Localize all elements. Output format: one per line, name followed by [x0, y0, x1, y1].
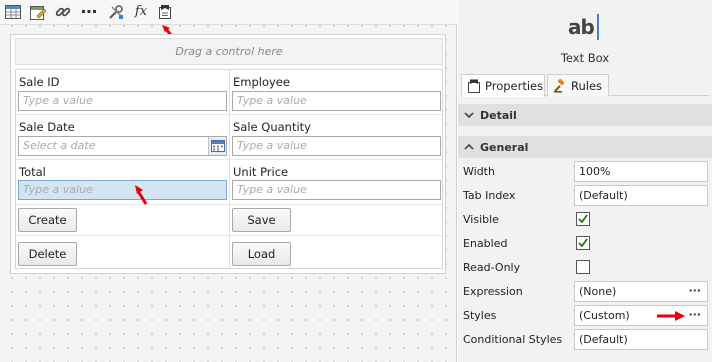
row-divider [16, 204, 442, 205]
employee-label: Employee [233, 75, 290, 89]
property-name: Read-Only [463, 261, 521, 274]
width-input[interactable]: 100% [574, 161, 708, 182]
sale-quantity-label: Sale Quantity [233, 120, 311, 134]
section-detail[interactable]: Detail [458, 104, 712, 126]
unit-price-input[interactable]: Type a value [232, 180, 441, 200]
property-expression: Expression (None) ··· [458, 280, 712, 304]
property-value: (Default) [579, 333, 628, 346]
tab-properties-label: Properties [485, 79, 544, 93]
sale-id-label: Sale ID [19, 75, 60, 89]
sale-date-placeholder: Select a date [23, 139, 96, 152]
property-name: Styles [463, 309, 497, 322]
create-button[interactable]: Create [18, 208, 77, 232]
property-name: Enabled [463, 237, 508, 250]
ellipsis-button[interactable]: ··· [688, 305, 701, 324]
sale-id-input[interactable]: Type a value [18, 91, 227, 111]
total-label: Total [19, 165, 46, 179]
expression-input[interactable]: (None) ··· [574, 281, 708, 302]
section-general-label: General [480, 140, 529, 154]
row-divider [16, 159, 442, 160]
delete-button[interactable]: Delete [18, 242, 77, 266]
property-visible: Visible [458, 208, 712, 232]
chevron-up-icon [464, 144, 474, 150]
enabled-checkbox[interactable] [576, 236, 590, 250]
visible-checkbox[interactable] [576, 212, 590, 226]
form-canvas: Drag a control here Sale ID Type a value… [10, 34, 446, 274]
property-enabled: Enabled [458, 232, 712, 256]
property-value: (Default) [579, 189, 628, 202]
property-conditional-styles: Conditional Styles (Default) [458, 328, 712, 352]
checkmark-icon [578, 238, 588, 248]
read-only-checkbox[interactable] [576, 260, 590, 274]
control-pointer-icon[interactable] [157, 4, 173, 20]
sale-quantity-input[interactable]: Type a value [232, 136, 441, 156]
styles-input[interactable]: (Custom) ··· [574, 305, 708, 326]
tab-index-input[interactable]: (Default) [574, 185, 708, 206]
unit-price-label: Unit Price [233, 165, 289, 179]
calendar-icon[interactable] [208, 137, 226, 155]
property-name: Tab Index [463, 189, 516, 202]
ellipsis-button[interactable]: ··· [688, 281, 701, 300]
checkmark-icon [578, 214, 588, 224]
conditional-styles-input[interactable]: (Default) [574, 329, 708, 350]
save-button[interactable]: Save [232, 208, 291, 232]
load-button[interactable]: Load [232, 242, 291, 266]
tab-rules[interactable]: Rules [547, 74, 609, 96]
sale-date-label: Sale Date [19, 120, 75, 134]
annotation-arrow [135, 185, 148, 205]
tools-icon[interactable] [108, 4, 124, 20]
property-width: Width 100% [458, 160, 712, 184]
property-value: 100% [579, 165, 611, 178]
annotation-arrow [657, 311, 685, 321]
property-name: Conditional Styles [463, 333, 563, 346]
properties-icon [467, 79, 481, 93]
more-dots-icon[interactable] [81, 4, 97, 20]
designer-toolbar: fx [0, 0, 457, 25]
tab-rules-label: Rules [571, 78, 603, 93]
text-cursor-icon [597, 14, 599, 40]
section-detail-label: Detail [480, 108, 517, 122]
property-name: Width [463, 165, 495, 178]
column-divider [229, 70, 230, 268]
property-name: Visible [463, 213, 499, 226]
text-box-icon: ab [568, 15, 595, 39]
gavel-icon [553, 78, 567, 93]
table-grid-icon[interactable] [5, 4, 21, 20]
row-divider [16, 114, 442, 115]
form-grid: Sale ID Type a value Employee Type a val… [15, 69, 443, 269]
fx-icon[interactable]: fx [133, 4, 149, 20]
control-type-name: Text Box [560, 51, 610, 65]
form-designer: fx Drag a control here Sale ID Type a va… [0, 0, 457, 362]
property-name: Expression [463, 285, 523, 298]
total-input[interactable]: Type a value [18, 180, 227, 200]
property-read-only: Read-Only [458, 256, 712, 280]
employee-input[interactable]: Type a value [232, 91, 441, 111]
chevron-down-icon [464, 112, 474, 118]
tab-properties[interactable]: Properties [461, 74, 545, 97]
property-value: (None) [579, 285, 617, 298]
property-value: (Custom) [579, 309, 630, 322]
section-general[interactable]: General [458, 136, 712, 158]
sale-date-picker[interactable]: Select a date [18, 136, 227, 156]
row-divider [16, 235, 442, 236]
properties-panel: ab Text Box Properties Rules Detail Gene… [458, 0, 712, 362]
panel-tabs: Properties Rules [461, 74, 709, 97]
edit-form-icon[interactable] [30, 4, 46, 20]
property-tab-index: Tab Index (Default) [458, 184, 712, 208]
link-icon[interactable] [55, 4, 71, 20]
drop-zone[interactable]: Drag a control here [15, 38, 443, 65]
